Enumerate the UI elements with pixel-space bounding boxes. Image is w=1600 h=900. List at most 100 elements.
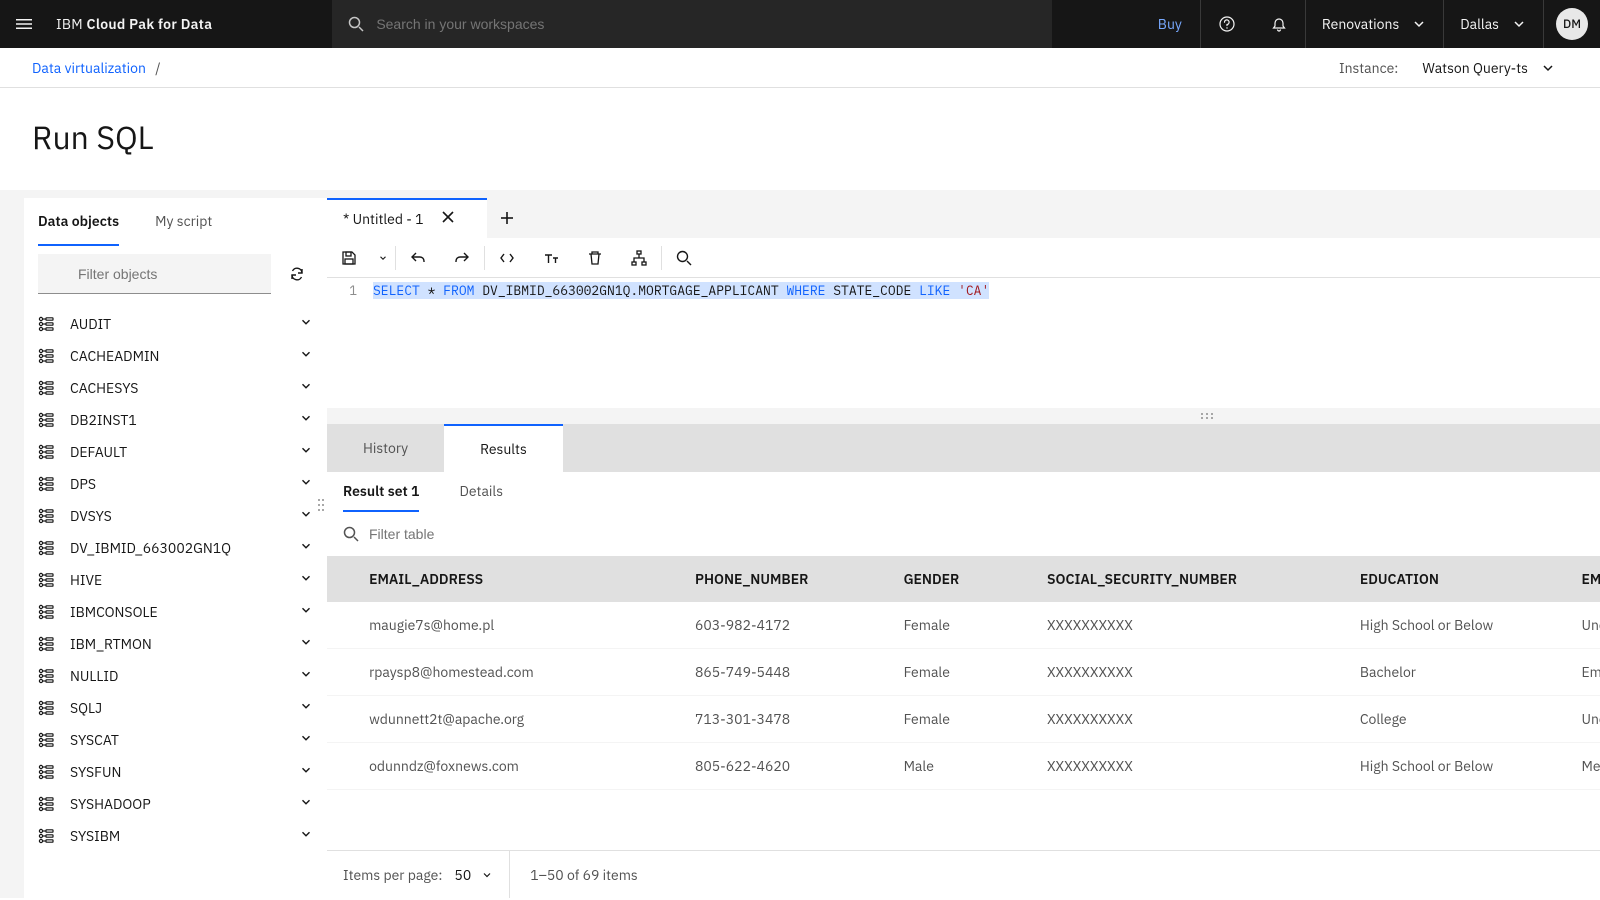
tab-data-objects[interactable]: Data objects bbox=[38, 198, 119, 246]
data-objects-panel: Data objects My script AUDIT CACHEADMIN CA… bbox=[24, 198, 327, 898]
schema-tree[interactable]: AUDIT CACHEADMIN CACHESYSDB2INST1DEFAULTDP… bbox=[24, 304, 327, 898]
column-header[interactable]: SOCIAL_SECURITY_NUMBER bbox=[1031, 556, 1344, 602]
tab-result-set[interactable]: Result set 1 bbox=[343, 472, 419, 512]
table-row[interactable]: odunndz@foxnews.com805-622-4620MaleXXXXX… bbox=[327, 743, 1600, 790]
filter-table-input[interactable] bbox=[369, 526, 609, 542]
schema-item[interactable]: HIVE bbox=[24, 564, 327, 596]
schema-item[interactable]: DVSYS bbox=[24, 500, 327, 532]
schema-item[interactable]: DEFAULT bbox=[24, 436, 327, 468]
drag-handle-icon bbox=[1200, 412, 1214, 420]
close-tab-button[interactable] bbox=[440, 209, 456, 229]
schema-item[interactable]: SYSCAT bbox=[24, 724, 327, 756]
schema-item[interactable]: IBMCONSOLE bbox=[24, 596, 327, 628]
filter-objects-input[interactable] bbox=[38, 254, 271, 294]
help-button[interactable] bbox=[1201, 0, 1253, 48]
code-area[interactable]: SELECT * FROM DV_IBMID_663002GN1Q.MORTGA… bbox=[365, 278, 1600, 408]
sql-editor[interactable]: 1 SELECT * FROM DV_IBMID_663002GN1Q.MORT… bbox=[327, 278, 1600, 408]
table-row[interactable]: maugie7s@home.pl603-982-4172FemaleXXXXXX… bbox=[327, 602, 1600, 649]
redo-icon bbox=[454, 250, 470, 266]
editor-tab-label: * Untitled - 1 bbox=[343, 210, 424, 228]
table-cell: maugie7s@home.pl bbox=[353, 602, 679, 649]
schema-item[interactable]: SYSHADOOP bbox=[24, 788, 327, 820]
global-search[interactable] bbox=[332, 0, 1052, 48]
items-per-page: Items per page: 50 bbox=[327, 851, 510, 898]
chevron-down-icon bbox=[481, 869, 493, 881]
column-header[interactable]: EMPLOYMENT_STATUS bbox=[1565, 556, 1600, 602]
schema-item[interactable]: DV_IBMID_663002GN1Q bbox=[24, 532, 327, 564]
tab-my-script[interactable]: My script bbox=[155, 198, 212, 246]
instance-selector: Instance: Watson Query-ts bbox=[1339, 59, 1568, 77]
undo-button[interactable] bbox=[396, 238, 440, 278]
delete-button[interactable] bbox=[573, 238, 617, 278]
tab-history[interactable]: History bbox=[327, 424, 444, 472]
instance-dropdown[interactable]: Watson Query-ts bbox=[1422, 59, 1556, 77]
schema-item[interactable]: CACHESYS bbox=[24, 372, 327, 404]
schema-icon bbox=[38, 540, 56, 556]
chevron-down-icon bbox=[299, 763, 313, 781]
header-right: Buy Renovations Dallas DM bbox=[1140, 0, 1600, 48]
table-cell: College bbox=[1344, 696, 1566, 743]
schema-item[interactable]: DPS bbox=[24, 468, 327, 500]
column-header[interactable]: EDUCATION bbox=[1344, 556, 1566, 602]
results-toolbar: Total:69 bbox=[327, 512, 1600, 556]
column-header[interactable]: EMAIL_ADDRESS bbox=[353, 556, 679, 602]
tab-details[interactable]: Details bbox=[459, 472, 503, 512]
chevron-down-icon bbox=[299, 667, 313, 685]
schema-label: HIVE bbox=[70, 571, 299, 589]
table-cell: odunndz@foxnews.com bbox=[353, 743, 679, 790]
schema-label: CACHEADMIN bbox=[70, 347, 299, 365]
structure-button[interactable] bbox=[617, 238, 661, 278]
schema-item[interactable]: AUDIT bbox=[24, 308, 327, 340]
results-table-scroll[interactable]: EMAIL_ADDRESSPHONE_NUMBERGENDERSOCIAL_SE… bbox=[327, 556, 1600, 850]
redo-button[interactable] bbox=[440, 238, 484, 278]
drag-handle-icon[interactable] bbox=[317, 498, 325, 516]
table-row[interactable]: wdunnett2t@apache.org713-301-3478FemaleX… bbox=[327, 696, 1600, 743]
schema-icon bbox=[38, 636, 56, 652]
save-dropdown[interactable] bbox=[371, 238, 395, 278]
notifications-button[interactable] bbox=[1253, 0, 1305, 48]
resize-handle[interactable] bbox=[327, 408, 1600, 424]
chevron-down-icon bbox=[299, 795, 313, 813]
add-tab-button[interactable] bbox=[487, 198, 527, 238]
chevron-down-icon bbox=[299, 379, 313, 397]
table-cell: wdunnett2t@apache.org bbox=[353, 696, 679, 743]
breadcrumb-link[interactable]: Data virtualization / bbox=[32, 59, 161, 77]
avatar[interactable]: DM bbox=[1556, 8, 1588, 40]
schema-item[interactable]: NULLID bbox=[24, 660, 327, 692]
region-dropdown[interactable]: Dallas bbox=[1444, 0, 1543, 48]
column-header[interactable]: GENDER bbox=[888, 556, 1031, 602]
global-search-input[interactable] bbox=[376, 16, 1036, 32]
chevron-down-icon bbox=[299, 635, 313, 653]
pagination: Items per page: 50 1–50 of 69 items 1 1 … bbox=[327, 850, 1600, 898]
brand-label: IBM Cloud Pak for Data bbox=[48, 15, 212, 33]
save-button[interactable] bbox=[327, 238, 371, 278]
schema-item[interactable]: SQLJ bbox=[24, 692, 327, 724]
buy-link[interactable]: Buy bbox=[1140, 0, 1200, 48]
column-header[interactable]: PHONE_NUMBER bbox=[679, 556, 888, 602]
text-size-button[interactable] bbox=[529, 238, 573, 278]
table-cell: Female bbox=[888, 602, 1031, 649]
table-row[interactable]: rpaysp8@homestead.com865-749-5448FemaleX… bbox=[327, 649, 1600, 696]
refresh-button[interactable] bbox=[281, 258, 313, 290]
per-page-select[interactable]: 50 bbox=[454, 866, 493, 884]
table-cell: Employed bbox=[1565, 649, 1600, 696]
schema-item[interactable]: DB2INST1 bbox=[24, 404, 327, 436]
schema-label: IBM_RTMON bbox=[70, 635, 299, 653]
schema-icon bbox=[38, 508, 56, 524]
table-cell: 865-749-5448 bbox=[679, 649, 888, 696]
schema-item[interactable]: SYSFUN bbox=[24, 756, 327, 788]
schema-icon bbox=[38, 796, 56, 812]
schema-item[interactable]: SYSIBM bbox=[24, 820, 327, 852]
schema-icon bbox=[38, 316, 56, 332]
table-cell: Female bbox=[888, 696, 1031, 743]
format-button[interactable] bbox=[485, 238, 529, 278]
schema-item[interactable]: IBM_RTMON bbox=[24, 628, 327, 660]
editor-tab[interactable]: * Untitled - 1 bbox=[327, 198, 487, 238]
tab-results[interactable]: Results bbox=[444, 424, 563, 472]
search-icon bbox=[676, 250, 692, 266]
hamburger-button[interactable] bbox=[0, 0, 48, 48]
schema-label: SYSHADOOP bbox=[70, 795, 299, 813]
project-dropdown[interactable]: Renovations bbox=[1306, 0, 1443, 48]
editor-search-button[interactable] bbox=[662, 238, 706, 278]
schema-item[interactable]: CACHEADMIN bbox=[24, 340, 327, 372]
